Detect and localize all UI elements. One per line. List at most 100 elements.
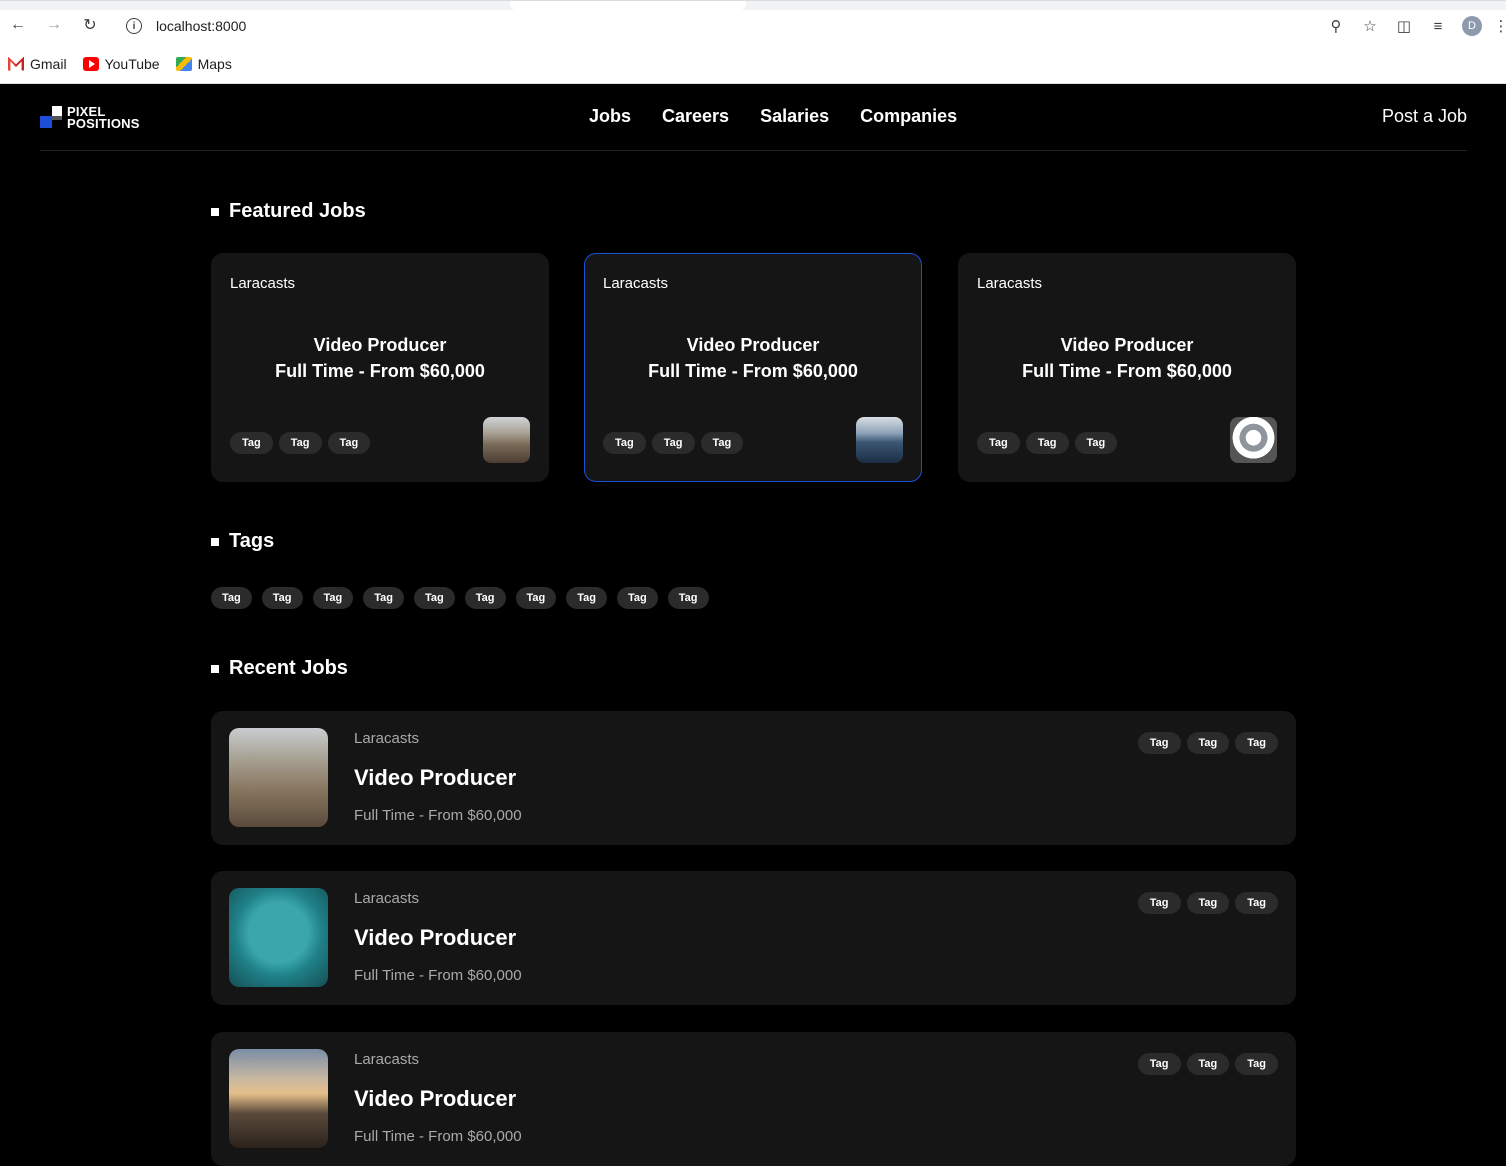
tag-pill[interactable]: Tag [327, 432, 371, 454]
tag-pill[interactable]: Tag [1186, 892, 1230, 914]
job-title-block: Video Producer Full Time - From $60,000 [585, 332, 921, 384]
tag-pill[interactable]: Tag [1235, 732, 1278, 754]
tag-pill[interactable]: Tag [603, 432, 646, 454]
tag-pill[interactable]: Tag [667, 587, 709, 609]
bookmark-label: Maps [197, 55, 232, 72]
tag-pill[interactable]: Tag [1137, 1053, 1181, 1075]
job-company: Laracasts [354, 730, 420, 747]
media-icon[interactable]: ≡ [1428, 16, 1448, 36]
job-tags: Tag Tag Tag [1137, 1053, 1278, 1075]
job-title[interactable]: Video Producer [354, 925, 516, 951]
recent-job-card[interactable]: Laracasts Video Producer Full Time - Fro… [211, 1032, 1296, 1166]
url-text: localhost:8000 [156, 18, 247, 34]
tag-pill[interactable]: Tag [651, 432, 695, 454]
tag-pill[interactable]: Tag [1235, 1053, 1278, 1075]
employer-logo-image [483, 417, 530, 463]
job-company: Laracasts [230, 275, 296, 292]
tags-heading: Tags [211, 530, 274, 553]
logo-mark-blue [40, 116, 52, 128]
tag-pill[interactable]: Tag [617, 587, 658, 609]
heading-text: Recent Jobs [229, 657, 348, 679]
nav-jobs[interactable]: Jobs [589, 106, 631, 127]
job-title-block: Video Producer Full Time - From $60,000 [959, 332, 1295, 384]
reload-icon[interactable]: ↻ [80, 15, 100, 35]
job-tags: Tag Tag Tag [977, 432, 1118, 454]
heading-text: Tags [229, 530, 275, 552]
tag-pill[interactable]: Tag [414, 587, 455, 609]
bookmark-maps[interactable]: Maps [175, 55, 232, 72]
site-logo[interactable]: PIXEL POSITIONS [40, 105, 150, 132]
main-nav: Jobs Careers Salaries Companies [589, 106, 957, 127]
employer-logo-image [229, 728, 328, 827]
featured-job-card[interactable]: Laracasts Video Producer Full Time - Fro… [211, 253, 549, 482]
bookmark-youtube[interactable]: YouTube [82, 55, 160, 72]
tag-pill[interactable]: Tag [1186, 732, 1230, 754]
employer-logo-image [1230, 417, 1277, 463]
youtube-icon [82, 56, 99, 71]
tag-pill[interactable]: Tag [464, 587, 506, 609]
tag-pill[interactable]: Tag [1137, 732, 1181, 754]
job-company: Laracasts [354, 1051, 420, 1068]
extensions-icon[interactable]: ◫ [1394, 16, 1414, 36]
app-page: PIXEL POSITIONS Jobs Careers Salaries Com… [0, 84, 1506, 1166]
tag-pill[interactable]: Tag [278, 432, 322, 454]
employer-logo-image [229, 888, 328, 987]
job-title[interactable]: Video Producer [354, 1086, 516, 1112]
recent-jobs-heading: Recent Jobs [211, 657, 348, 680]
site-info-icon[interactable]: i [126, 18, 142, 34]
job-meta: Full Time - From $60,000 [354, 807, 522, 824]
profile-avatar[interactable]: D [1462, 16, 1482, 36]
job-title-block: Video Producer Full Time - From $60,000 [212, 332, 548, 384]
job-subtitle: Full Time - From $60,000 [648, 361, 858, 381]
tag-pill[interactable]: Tag [515, 587, 557, 609]
job-company: Laracasts [977, 275, 1043, 292]
bookmarks-bar: Gmail YouTube Maps [0, 44, 1506, 84]
featured-job-card[interactable]: Laracasts Video Producer Full Time - Fro… [584, 253, 922, 482]
heading-bullet [211, 664, 219, 673]
zoom-icon[interactable]: ⚲ [1326, 16, 1346, 36]
job-meta: Full Time - From $60,000 [354, 1128, 522, 1145]
employer-logo-image [229, 1049, 328, 1148]
nav-companies[interactable]: Companies [860, 106, 957, 127]
bookmark-gmail[interactable]: Gmail [8, 56, 67, 72]
tag-pill[interactable]: Tag [977, 432, 1020, 454]
heading-bullet [211, 207, 219, 216]
job-title[interactable]: Video Producer [212, 332, 548, 358]
tag-pill[interactable]: Tag [1074, 432, 1118, 454]
nav-careers[interactable]: Careers [662, 106, 729, 127]
nav-salaries[interactable]: Salaries [760, 106, 829, 127]
bookmark-star-icon[interactable]: ☆ [1360, 16, 1380, 36]
job-tags: Tag Tag Tag [1137, 732, 1278, 754]
job-tags: Tag Tag Tag [230, 432, 371, 454]
menu-icon[interactable]: ⋮ [1494, 16, 1506, 36]
featured-job-card[interactable]: Laracasts Video Producer Full Time - Fro… [958, 253, 1296, 482]
active-tab[interactable] [510, 1, 746, 10]
job-company: Laracasts [354, 890, 420, 907]
job-tags: Tag Tag Tag [1137, 892, 1278, 914]
tag-pill[interactable]: Tag [1235, 892, 1278, 914]
tag-pill[interactable]: Tag [566, 587, 607, 609]
job-subtitle: Full Time - From $60,000 [275, 361, 485, 381]
forward-icon[interactable]: → [44, 15, 64, 35]
tag-pill[interactable]: Tag [1025, 432, 1069, 454]
job-title[interactable]: Video Producer [354, 765, 516, 791]
tag-pill[interactable]: Tag [1137, 892, 1181, 914]
job-meta: Full Time - From $60,000 [354, 967, 522, 984]
bookmark-label: YouTube [104, 55, 160, 72]
tag-pill[interactable]: Tag [211, 587, 252, 609]
maps-icon [175, 56, 192, 71]
tag-pill[interactable]: Tag [312, 587, 354, 609]
back-icon[interactable]: ← [8, 15, 28, 35]
tag-pill[interactable]: Tag [363, 587, 404, 609]
tag-pill[interactable]: Tag [700, 432, 744, 454]
job-title[interactable]: Video Producer [959, 332, 1295, 358]
address-bar[interactable]: i localhost:8000 [116, 13, 246, 39]
tag-pill[interactable]: Tag [1186, 1053, 1230, 1075]
recent-job-card[interactable]: Laracasts Video Producer Full Time - Fro… [211, 871, 1296, 1005]
recent-job-card[interactable]: Laracasts Video Producer Full Time - Fro… [211, 711, 1296, 845]
post-job-link[interactable]: Post a Job [1382, 106, 1467, 127]
tag-pill[interactable]: Tag [261, 587, 303, 609]
tag-pill[interactable]: Tag [230, 432, 273, 454]
job-title[interactable]: Video Producer [585, 332, 921, 358]
job-company: Laracasts [603, 275, 669, 292]
